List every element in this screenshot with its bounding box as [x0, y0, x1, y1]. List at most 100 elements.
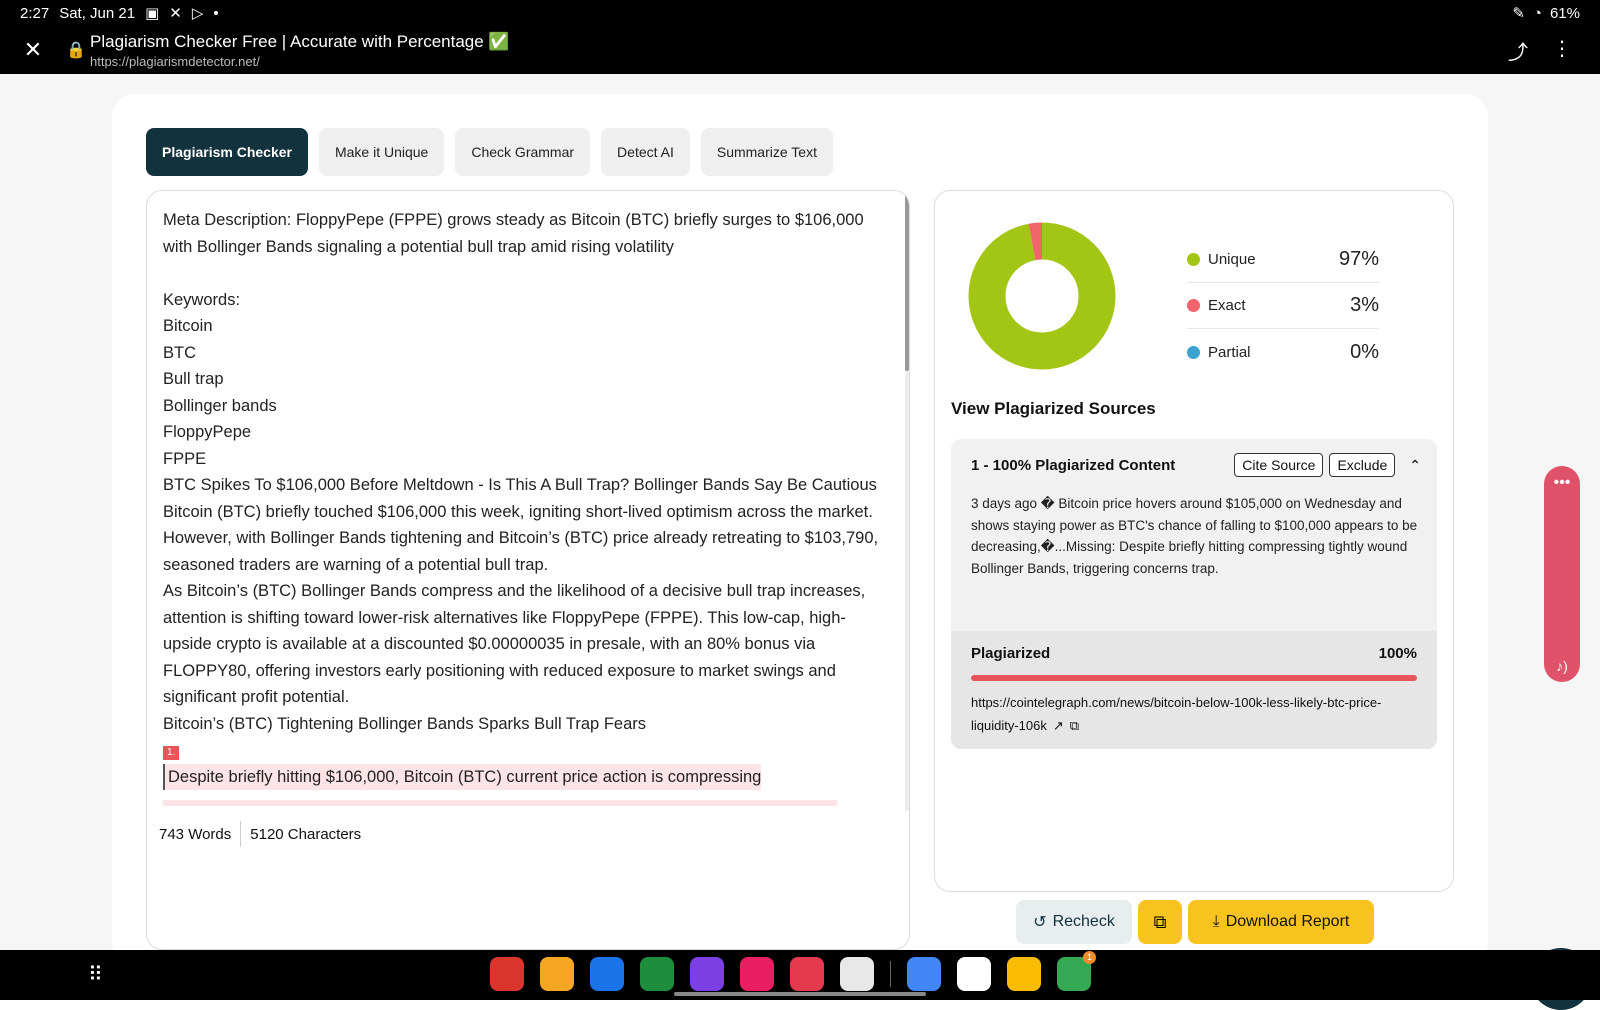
tab-detect-ai[interactable]: Detect AI [601, 128, 690, 176]
legend-label: Exact [1208, 297, 1246, 314]
more-dots-icon[interactable]: ••• [1544, 474, 1580, 492]
taskbar: ⠿ 1 [0, 950, 1600, 1000]
page-content: Plagiarism Checker Make it Unique Check … [0, 74, 1600, 1010]
pen-icon: ✎ [1512, 5, 1525, 22]
editor-scrollbar[interactable] [905, 191, 909, 811]
result-donut-chart [968, 222, 1116, 370]
dock-app-icon[interactable] [490, 957, 524, 991]
browser-address-bar: ✕ 🔒 Plagiarism Checker Free | Accurate w… [0, 26, 1600, 74]
editor-line: Bollinger bands [163, 396, 277, 415]
recheck-button[interactable]: ↺ Recheck [1016, 900, 1132, 944]
results-panel: Unique 97% Exact 3% Partial 0% View Plag… [934, 190, 1454, 892]
notification-badge: 1 [1082, 951, 1096, 964]
recheck-label: Recheck [1052, 913, 1115, 930]
source-excerpt: 3 days ago � Bitcoin price hovers around… [971, 496, 1418, 576]
tab-plagiarism-checker[interactable]: Plagiarism Checker [146, 128, 308, 176]
editor-line: Bitcoin’s (BTC) Tightening Bollinger Ban… [163, 714, 646, 733]
status-time: 2:27 [20, 4, 50, 22]
lock-icon[interactable]: 🔒 [66, 40, 90, 60]
share-icon[interactable]: ⤴ [1508, 36, 1528, 65]
editor-line: FPPE [163, 449, 207, 468]
battery-level: 61% [1549, 4, 1580, 22]
read-aloud-icon[interactable]: ♪) [1544, 658, 1580, 674]
plagiarized-row: Plagiarized 100% [971, 645, 1417, 662]
home-indicator[interactable] [674, 992, 926, 996]
sources-title: View Plagiarized Sources [951, 399, 1156, 418]
plagiarized-progress-bar [971, 675, 1417, 681]
dock-app-icon[interactable] [540, 957, 574, 991]
page-url[interactable]: https://plagiarismdetector.net/ [90, 54, 510, 69]
dock-app-icon[interactable] [1007, 957, 1041, 991]
text-editor[interactable]: Meta Description: FloppyPepe (FPPE) grow… [146, 190, 910, 950]
play-icon: ▷ [191, 5, 204, 22]
dot-icon: • [213, 4, 219, 22]
editor-line: Bull trap [163, 370, 224, 388]
highlighted-sentence[interactable]: Despite briefly hitting $106,000, Bitcoi… [163, 763, 762, 790]
editor-line: Bitcoin (BTC) briefly touched $106,000 t… [163, 502, 879, 574]
close-icon[interactable]: ✕ [0, 37, 66, 63]
dock-app-icon[interactable] [690, 957, 724, 991]
copy-link-icon[interactable]: ⧉ [1070, 718, 1079, 733]
status-bar: 2:27 Sat, Jun 21 ▣ ✕ ▷ • ✎ ◔ 61% [0, 0, 1600, 26]
exclude-button[interactable]: Exclude [1329, 453, 1396, 477]
editor-line: FloppyPepe [163, 423, 252, 441]
external-link-icon[interactable]: ↗ [1053, 718, 1064, 733]
source-card: 1 - 100% Plagiarized Content Cite Source… [951, 439, 1437, 749]
download-report-button[interactable]: ⤓ Download Report [1188, 900, 1374, 944]
dock-app-icon[interactable] [640, 957, 674, 991]
dock-app-icon[interactable]: 1 [1057, 951, 1096, 991]
word-count: 743 Words [159, 825, 232, 843]
editor-line: BTC [163, 343, 196, 362]
source-link[interactable]: https://cointelegraph.com/news/bitcoin-b… [971, 695, 1381, 733]
plagiarized-box: Plagiarized 100% https://cointelegraph.c… [951, 631, 1437, 749]
dock-app-icon[interactable] [840, 957, 874, 991]
tool-tabs: Plagiarism Checker Make it Unique Check … [146, 128, 833, 176]
legend-value: 3% [1350, 294, 1379, 316]
dock-app-icon[interactable] [957, 957, 991, 991]
editor-line: As Bitcoin’s (BTC) Bollinger Bands compr… [163, 582, 866, 706]
legend-partial: Partial 0% [1187, 329, 1379, 375]
cite-source-button[interactable]: Cite Source [1234, 453, 1324, 477]
legend-value: 97% [1338, 248, 1379, 270]
editor-line: Bitcoin [163, 317, 213, 335]
unique-dot-icon [1187, 253, 1200, 266]
dock-app-icon[interactable] [740, 957, 774, 991]
exact-dot-icon [1187, 299, 1200, 312]
chevron-up-icon[interactable]: ⌃ [1409, 457, 1421, 474]
legend-value: 0% [1350, 340, 1379, 363]
tab-summarize-text[interactable]: Summarize Text [700, 128, 833, 176]
download-icon: ⤓ [1212, 913, 1220, 930]
checker-card: Plagiarism Checker Make it Unique Check … [112, 94, 1488, 964]
dock-app-icon[interactable] [590, 957, 624, 991]
dock-app-icon[interactable] [907, 957, 941, 991]
status-date: Sat, Jun 21 [59, 4, 136, 22]
character-count: 5120 Characters [250, 825, 362, 843]
more-options-icon[interactable]: ⋮ [1552, 36, 1572, 65]
refresh-icon: ↺ [1033, 914, 1047, 931]
copy-icon: ⧉ [1153, 911, 1167, 932]
highlight-marker[interactable]: 1. [163, 746, 180, 760]
page-title: Plagiarism Checker Free | Accurate with … [90, 31, 510, 51]
tools-icon: ✕ [169, 5, 182, 22]
tab-check-grammar[interactable]: Check Grammar [455, 128, 591, 176]
app-drawer-icon[interactable]: ⠿ [88, 962, 103, 987]
tab-make-it-unique[interactable]: Make it Unique [318, 128, 445, 176]
source-link-block: https://cointelegraph.com/news/bitcoin-b… [971, 691, 1417, 737]
legend-label: Unique [1208, 251, 1256, 268]
source-label: 1 - 100% Plagiarized Content [971, 456, 1176, 474]
legend-label: Partial [1208, 343, 1251, 361]
floating-tools-pill[interactable]: ••• ♪) [1544, 466, 1580, 682]
text-counts: 743 Words 5120 Characters [159, 821, 361, 847]
editor-line: Keywords: [163, 290, 241, 309]
count-divider [240, 821, 242, 847]
wifi-icon: ◔ [1532, 4, 1542, 22]
dock-app-icon[interactable] [790, 957, 824, 991]
result-actions: ↺ Recheck ⧉ ⤓ Download Report [1016, 900, 1374, 944]
plagiarized-value: 100% [1378, 645, 1417, 662]
copy-button[interactable]: ⧉ [1138, 900, 1182, 944]
editor-text[interactable]: Meta Description: FloppyPepe (FPPE) grow… [163, 207, 885, 807]
scrollbar-thumb[interactable] [905, 191, 909, 371]
legend-unique: Unique 97% [1187, 237, 1379, 283]
image-icon: ▣ [145, 5, 160, 22]
source-header: 1 - 100% Plagiarized Content Cite Source… [971, 453, 1421, 477]
